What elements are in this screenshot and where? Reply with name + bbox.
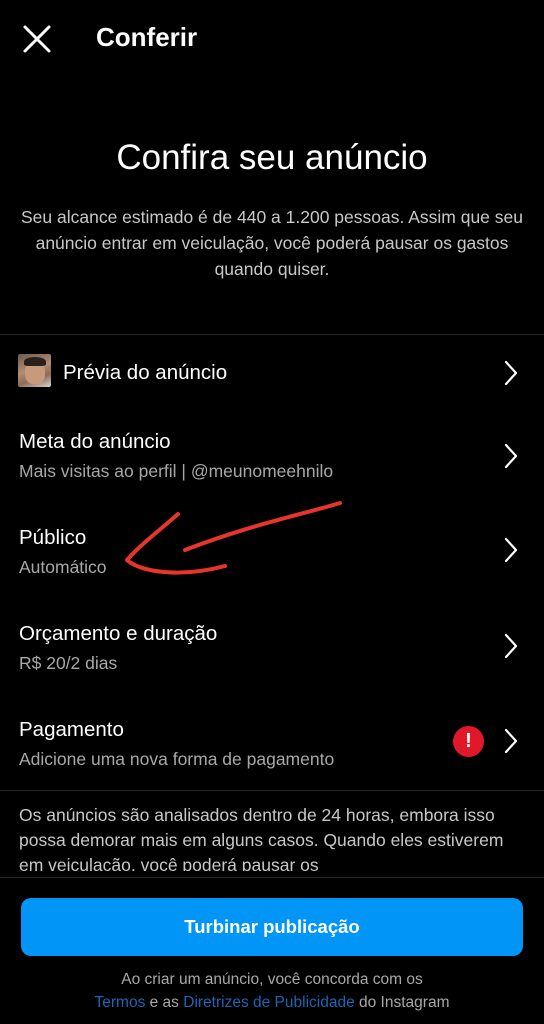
row-budget-duration[interactable]: Orçamento e duração R$ 20/2 dias [0, 602, 544, 698]
terms-link[interactable]: Termos [95, 994, 146, 1011]
row-subtitle: R$ 20/2 dias [19, 653, 118, 673]
row-title: Público [19, 526, 87, 549]
row-ad-preview[interactable]: Prévia do anúncio [0, 336, 544, 410]
terms-line-1: Ao criar um anúncio, você concorda com o… [121, 971, 423, 988]
divider [0, 877, 544, 878]
row-subtitle: Mais visitas ao perfil | @meunomeehnilo [19, 461, 334, 481]
divider [0, 334, 544, 335]
page-title: Conferir [96, 22, 198, 52]
estimated-reach-text: Seu alcance estimado é de 440 a 1.200 pe… [21, 207, 523, 279]
row-ad-goal[interactable]: Meta do anúncio Mais visitas ao perfil |… [0, 410, 544, 506]
boost-post-button[interactable]: Turbinar publicação [21, 898, 523, 956]
row-title: Orçamento e duração [19, 622, 218, 645]
divider [0, 790, 544, 791]
intro-title: Confira seu anúncio [116, 138, 428, 177]
review-ad-screen: Conferir Confira seu anúncio Seu alcance… [0, 0, 544, 1024]
chevron-right-icon [504, 443, 518, 469]
terms-suffix: do Instagram [354, 994, 450, 1011]
terms-connector: e as [145, 994, 184, 1011]
close-icon [23, 25, 51, 53]
close-button[interactable] [18, 20, 56, 58]
row-subtitle: Automático [19, 557, 107, 577]
row-title: Meta do anúncio [19, 430, 171, 453]
avatar [18, 354, 51, 387]
chevron-right-icon [504, 360, 518, 386]
top-bar: Conferir [0, 0, 544, 78]
chevron-right-icon [504, 633, 518, 659]
terms-text: Ao criar um anúncio, você concorda com o… [0, 968, 544, 1014]
review-notice-text: Os anúncios são analisados dentro de 24 … [19, 805, 504, 871]
terms-line-2: Termos e as Diretrizes de Publicidade do… [0, 991, 544, 1014]
row-subtitle: Adicione uma nova forma de pagamento [19, 749, 335, 769]
chevron-right-icon [504, 537, 518, 563]
row-audience[interactable]: Público Automático [0, 506, 544, 602]
chevron-right-icon [504, 728, 518, 754]
ad-guidelines-link[interactable]: Diretrizes de Publicidade [183, 994, 354, 1011]
row-title: Prévia do anúncio [63, 361, 228, 384]
row-title: Pagamento [19, 718, 124, 741]
alert-icon: ! [453, 726, 484, 757]
